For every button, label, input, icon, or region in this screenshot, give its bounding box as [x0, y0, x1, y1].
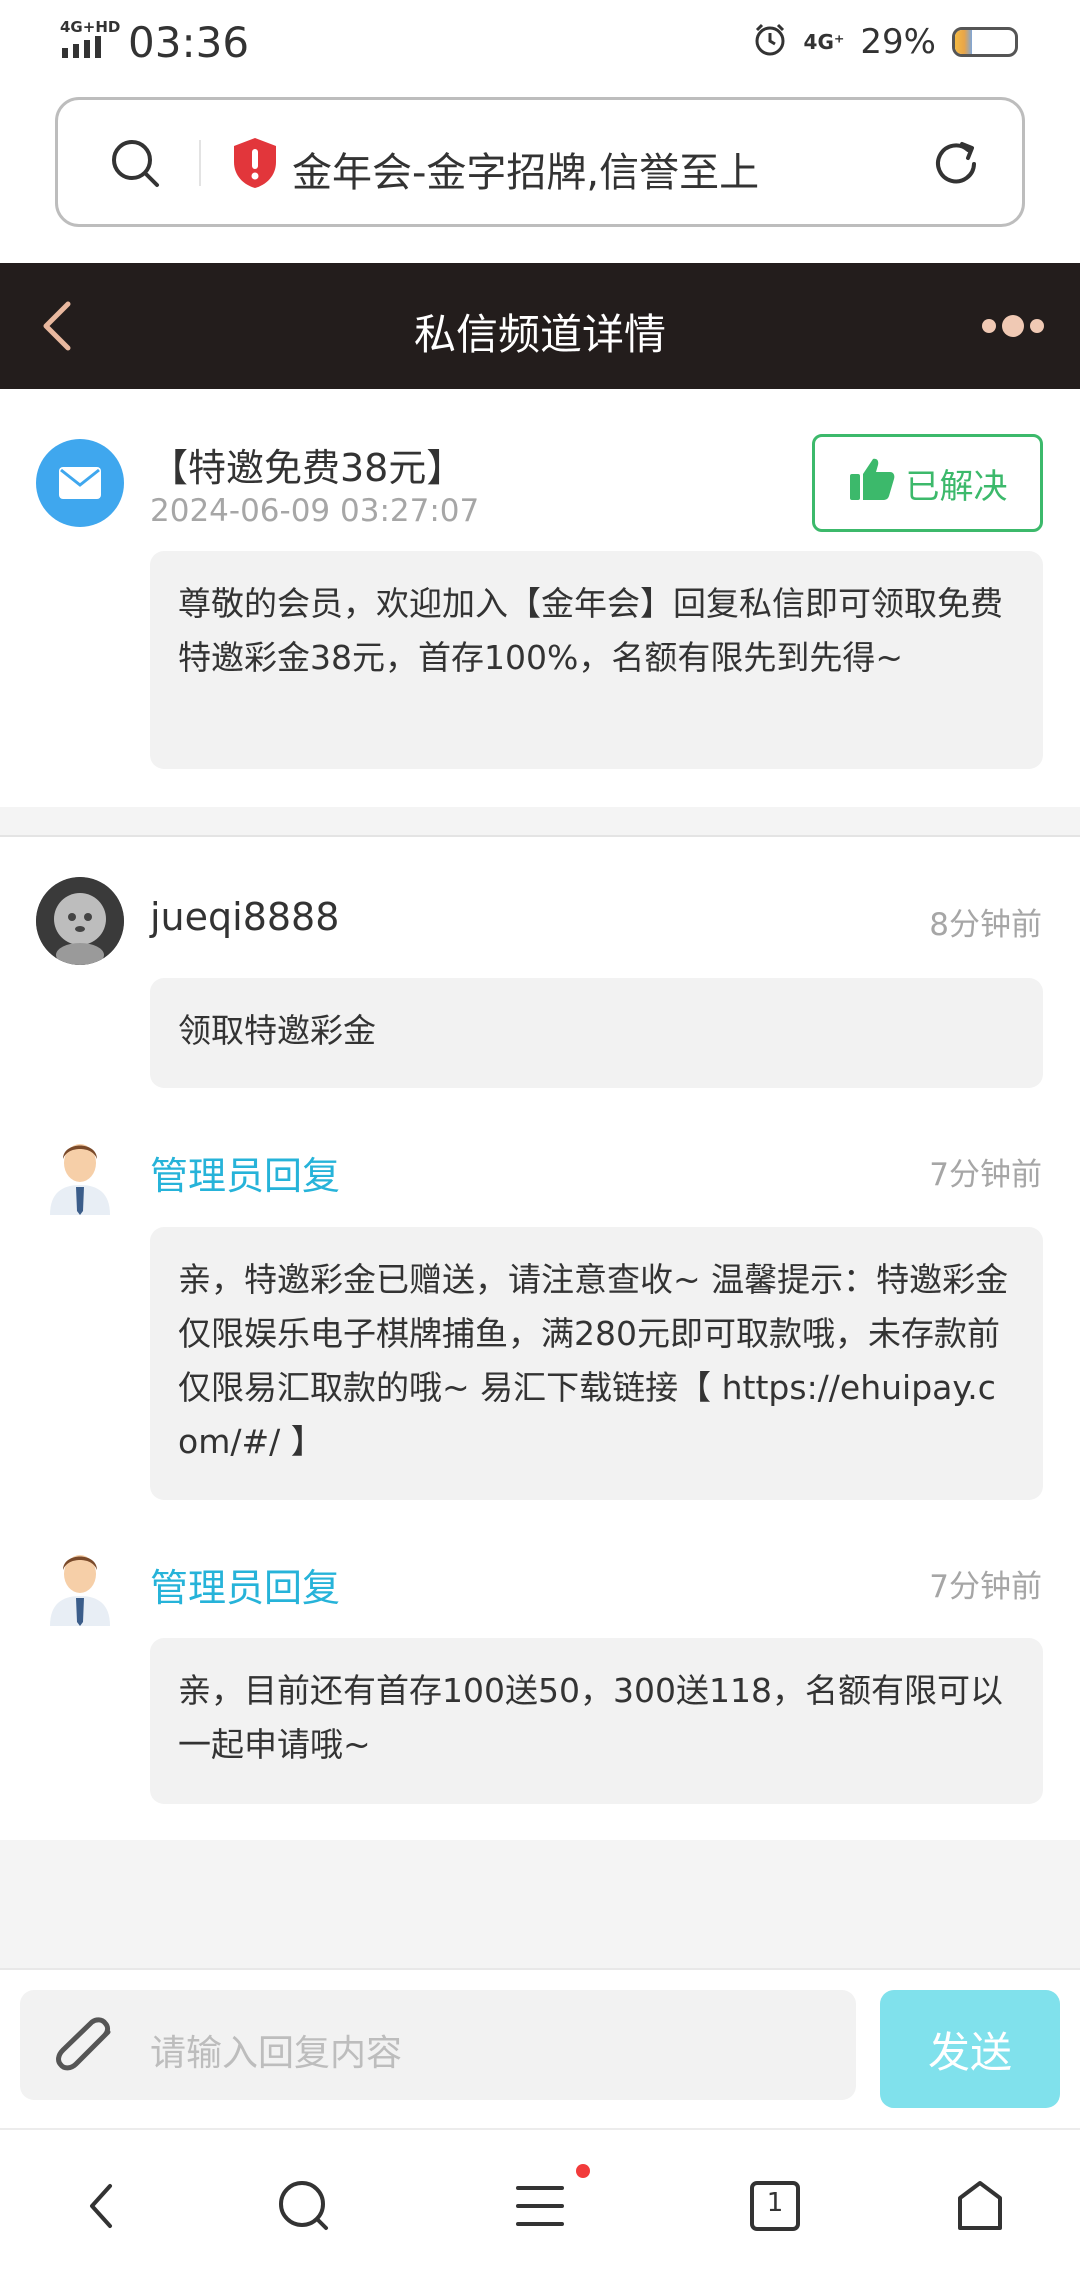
reply-time: 7分钟前 — [929, 1569, 1042, 1605]
nav-menu-icon[interactable] — [500, 2166, 580, 2246]
nav-search-icon[interactable] — [264, 2166, 344, 2246]
page-header: 私信频道详情 — [0, 263, 1080, 389]
reply-body: 领取特邀彩金 — [150, 978, 1043, 1088]
thumbs-up-icon — [848, 456, 896, 511]
mail-icon — [36, 439, 124, 527]
page-url-title[interactable]: 金年会-金字招牌,信誉至上 — [292, 140, 759, 198]
tab-count: 1 — [766, 2188, 784, 2218]
user-avatar — [36, 877, 124, 965]
shield-warning-icon[interactable] — [230, 136, 280, 194]
reply-time: 7分钟前 — [929, 1157, 1042, 1193]
reply-input-placeholder: 请输入回复内容 — [150, 2033, 403, 2074]
url-divider — [199, 140, 201, 186]
mobile-data-indicator: 4G⁺ — [803, 30, 845, 54]
message-title: 【特邀免费38元】 — [150, 446, 465, 490]
solved-button[interactable]: 已解决 — [812, 434, 1043, 532]
alarm-icon — [752, 22, 788, 62]
page-title: 私信频道详情 — [413, 310, 666, 359]
reply-input[interactable]: 请输入回复内容 — [20, 1990, 856, 2100]
send-button[interactable]: 发送 — [880, 1990, 1060, 2108]
browser-bottom-nav: 1 — [0, 2128, 1080, 2280]
content-bottom-spacer — [0, 1840, 1080, 1968]
reply-body: 亲，目前还有首存100送50，300送118，名额有限可以一起申请哦~ — [150, 1638, 1043, 1804]
message-body: 尊敬的会员，欢迎加入【金年会】回复私信即可领取免费特邀彩金38元，首存100%，… — [150, 551, 1043, 769]
admin-avatar — [36, 1538, 124, 1626]
network-type: 4G+HD — [60, 18, 121, 36]
notification-dot — [576, 2164, 590, 2178]
battery-percent: 29% — [860, 22, 936, 62]
reply-body: 亲，特邀彩金已赠送，请注意查收~ 温馨提示：特邀彩金仅限娱乐电子棋牌捕鱼，满28… — [150, 1227, 1043, 1500]
more-menu-icon[interactable] — [982, 315, 1044, 337]
status-bar: 4G+HD 03:36 4G⁺ 29% — [0, 0, 1080, 88]
message-date: 2024-06-09 03:27:07 — [150, 493, 480, 529]
reply-input-bar: 请输入回复内容 发送 — [0, 1968, 1080, 2128]
admin-avatar — [36, 1127, 124, 1215]
battery-icon — [952, 27, 1018, 57]
solved-label: 已解决 — [905, 466, 1008, 507]
reply-author-admin: 管理员回复 — [150, 1154, 341, 1198]
url-bar[interactable]: 金年会-金字招牌,信誉至上 — [55, 97, 1025, 227]
refresh-icon[interactable] — [928, 136, 984, 196]
main-message-card: 【特邀免费38元】 2024-06-09 03:27:07 已解决 尊敬的会员，… — [0, 389, 1080, 807]
reply-list: jueqi8888 8分钟前 领取特邀彩金 管理员回复 7分钟前 亲，特邀彩金已… — [0, 837, 1080, 1840]
reply-author-admin: 管理员回复 — [150, 1566, 341, 1610]
nav-tabs-icon[interactable]: 1 — [735, 2166, 815, 2246]
reply-time: 8分钟前 — [929, 907, 1042, 943]
attachment-icon[interactable] — [50, 2014, 120, 2080]
nav-home-icon[interactable] — [940, 2166, 1020, 2246]
search-icon[interactable] — [108, 136, 164, 196]
nav-back-icon[interactable] — [62, 2166, 142, 2246]
section-divider — [0, 807, 1080, 837]
clock: 03:36 — [128, 18, 250, 67]
reply-author: jueqi8888 — [150, 895, 340, 939]
signal-icon: 4G+HD — [58, 18, 120, 60]
